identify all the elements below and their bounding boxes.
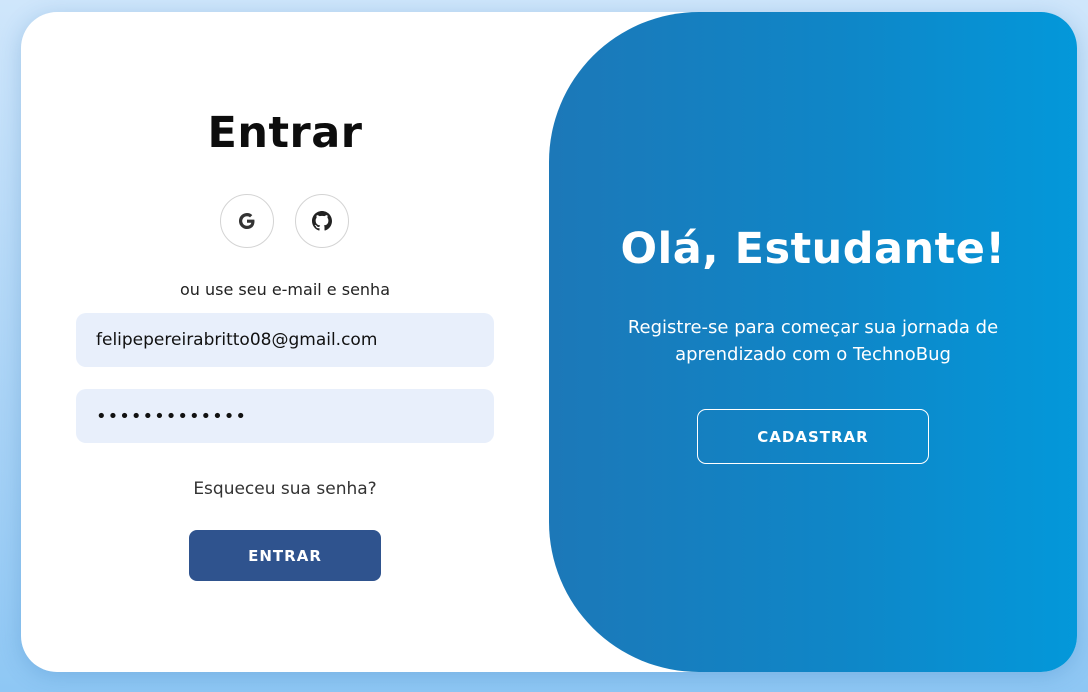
github-icon [312, 211, 332, 231]
register-button[interactable]: CADASTRAR [697, 409, 929, 464]
github-login-button[interactable] [295, 194, 349, 248]
login-form: Entrar ou use seu e-mail e senha Esque [21, 12, 549, 672]
auth-card: Entrar ou use seu e-mail e senha Esque [21, 12, 1077, 672]
email-field[interactable] [76, 313, 494, 367]
welcome-title: Olá, Estudante! [620, 224, 1006, 274]
login-title: Entrar [207, 108, 363, 158]
google-icon [237, 211, 257, 231]
forgot-password-link[interactable]: Esqueceu sua senha? [21, 479, 549, 499]
alt-login-text: ou use seu e-mail e senha [179, 280, 390, 299]
google-login-button[interactable] [220, 194, 274, 248]
register-panel: Olá, Estudante! Registre-se para começar… [549, 12, 1077, 672]
password-field[interactable] [76, 389, 494, 443]
welcome-subtitle: Registre-se para começar sua jornada de … [627, 317, 999, 365]
login-button[interactable]: ENTRAR [189, 530, 381, 581]
